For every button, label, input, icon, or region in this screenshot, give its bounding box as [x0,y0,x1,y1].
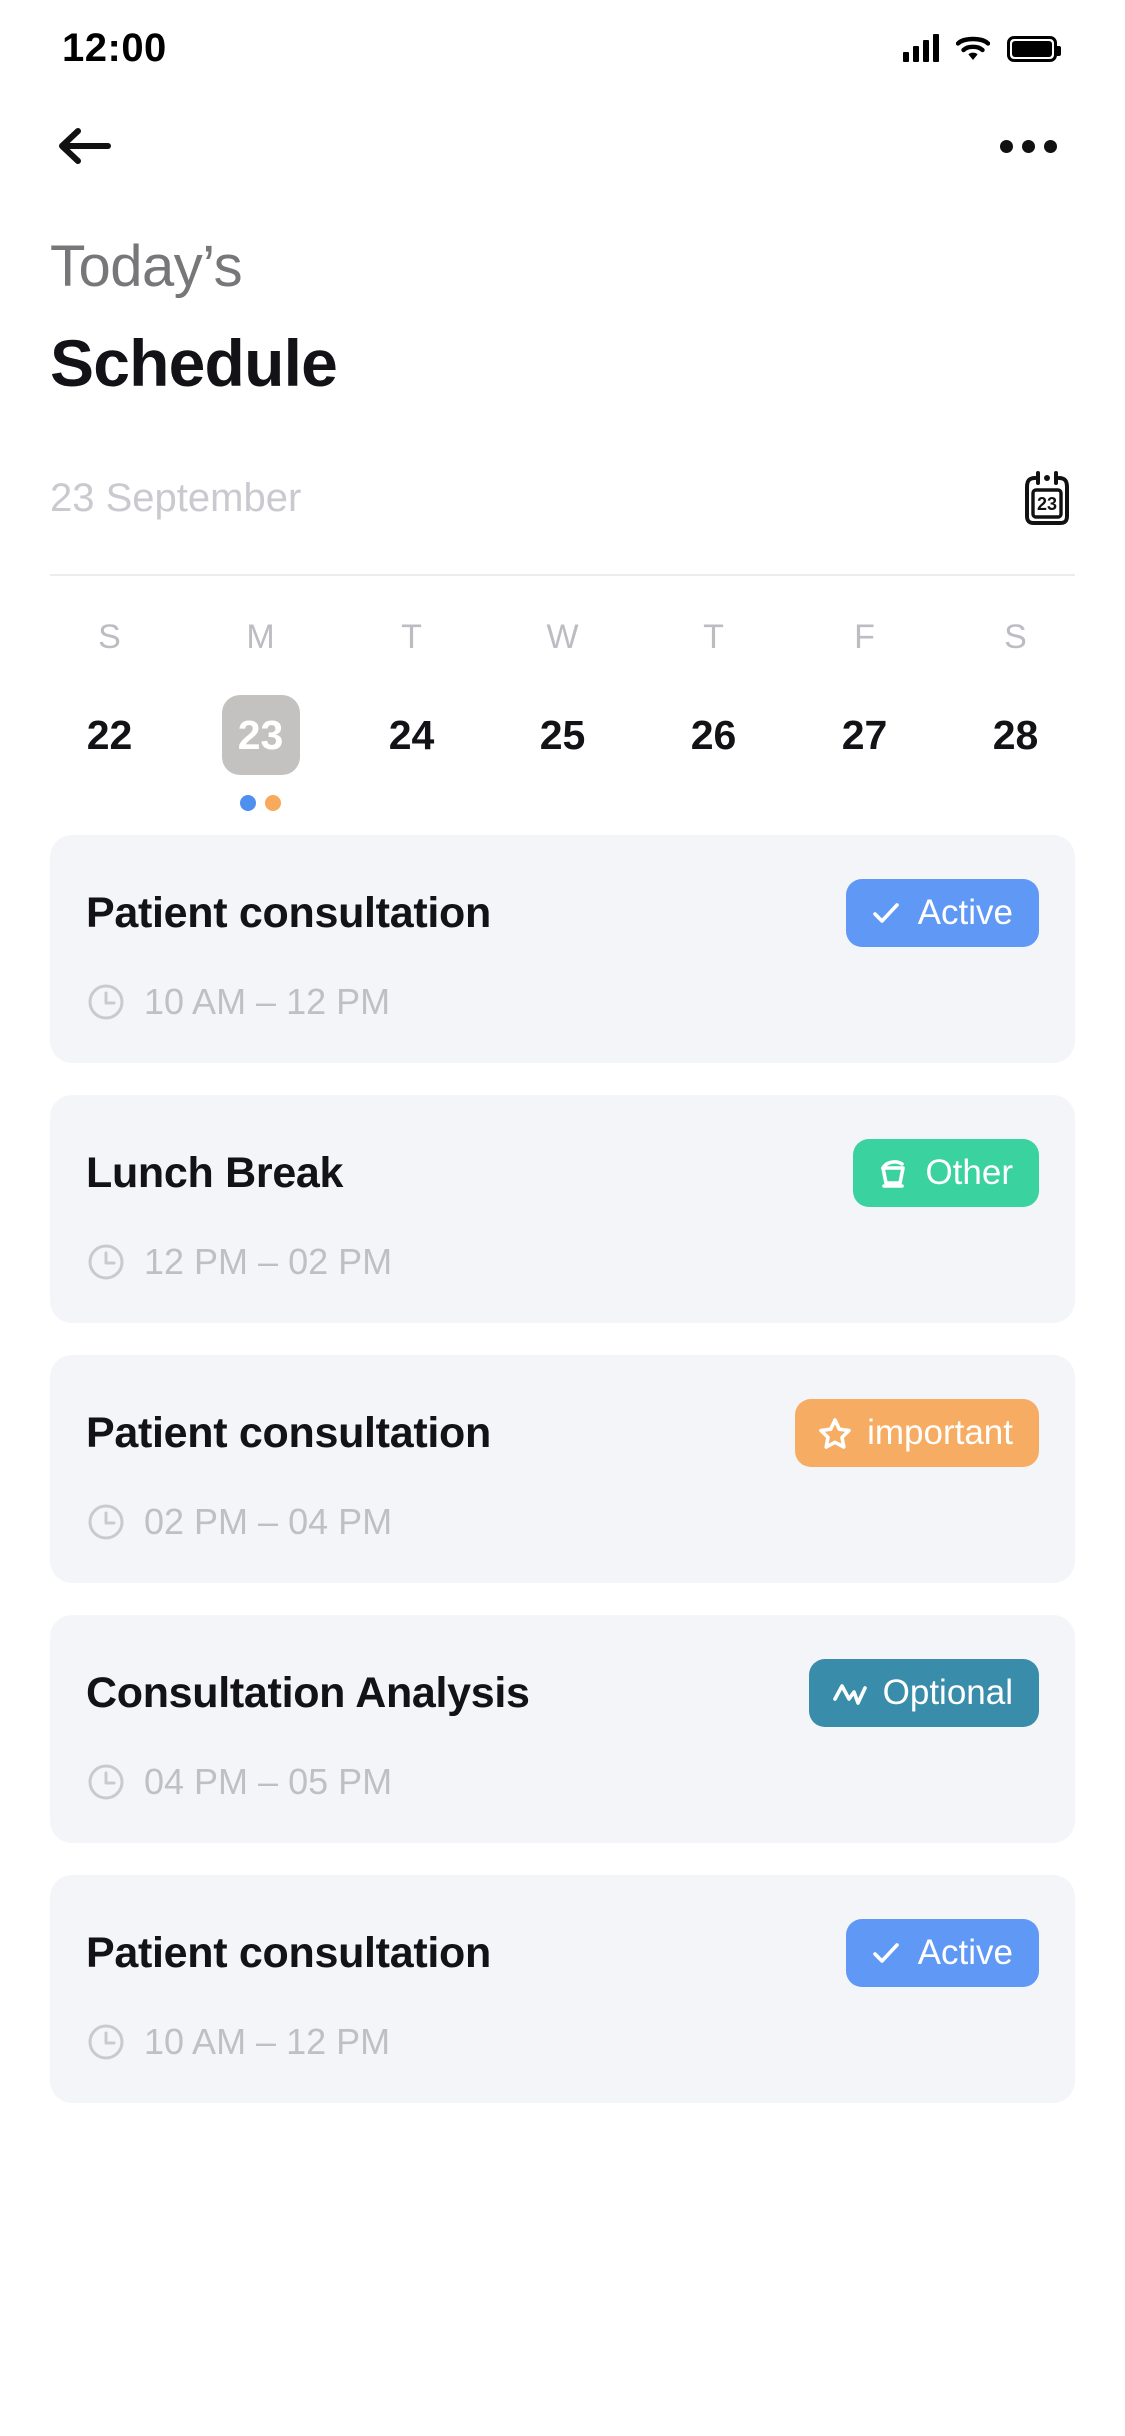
event-time-row: 10 AM – 12 PM [86,2021,1039,2063]
status-bar: 12:00 [0,0,1125,96]
date-row: 23 September 23 [0,470,1125,526]
status-badge-label: important [867,1413,1013,1452]
header-divider [50,574,1075,576]
event-dot [265,795,281,811]
calendar-icon-day: 23 [1037,494,1057,514]
more-options-button[interactable] [993,116,1063,176]
cellular-signal-icon [903,34,939,62]
event-card-header: Patient consultation Active [86,1919,1039,1987]
nav-bar [0,96,1125,196]
weekday-label: T [401,618,422,656]
event-time-row: 02 PM – 04 PM [86,1501,1039,1543]
event-card[interactable]: Consultation Analysis Optional 04 PM – 05 … [50,1615,1075,1843]
status-badge[interactable]: Active [845,1919,1039,1987]
clock-icon [88,1764,124,1800]
event-card-header: Consultation Analysis Optional [86,1659,1039,1727]
status-badge[interactable]: Optional [808,1659,1039,1727]
calendar-picker-button[interactable]: 23 [1021,470,1073,526]
status-badge[interactable]: Active [845,879,1039,947]
star-icon [819,1418,851,1449]
event-card-header: Patient consultation important [86,1399,1039,1467]
status-badge[interactable]: important [795,1399,1039,1467]
weekday-label: T [703,618,724,656]
coffee-cup-icon [881,1160,906,1188]
current-date-label: 23 September [50,475,302,520]
day-cell[interactable]: 26 [638,657,789,813]
status-badge-label: Other [925,1153,1013,1192]
event-time-label: 12 PM – 02 PM [144,1241,393,1282]
weekday-label: S [98,618,121,656]
status-badge-label: Optional [882,1673,1013,1712]
schedule-list: Patient consultation Active 10 AM – 12 PM L… [0,835,1125,2103]
event-time-row: 10 AM – 12 PM [86,981,1039,1023]
clock-icon [88,1504,124,1540]
weekday-label: F [854,618,875,656]
event-title: Patient consultation [86,1928,491,1977]
event-dot [240,795,256,811]
event-time-row: 04 PM – 05 PM [86,1761,1039,1803]
back-button[interactable] [50,111,120,181]
clock-icon [88,984,124,1020]
activity-pulse-icon [832,1684,867,1705]
event-card[interactable]: Patient consultation important 02 PM – 04 … [50,1355,1075,1583]
calendar-icon: 23 [1025,471,1069,525]
event-time-row: 12 PM – 02 PM [86,1241,1039,1283]
check-icon [872,1943,899,1963]
weekday-label: W [546,618,579,656]
day-event-dots [240,793,281,813]
day-cell[interactable]: 28 [940,657,1091,813]
event-title: Consultation Analysis [86,1668,530,1717]
status-badge-label: Active [917,893,1013,932]
day-number[interactable]: 26 [675,695,753,775]
day-cell[interactable]: 27 [789,657,940,813]
week-strip: S M T W T F S 22 23 24 25 26 27 28 [0,618,1125,813]
day-number[interactable]: 22 [71,695,149,775]
clock-icon [88,1244,124,1280]
day-cell[interactable]: 22 [34,657,185,813]
day-number-selected[interactable]: 23 [221,695,300,775]
event-time-label: 10 AM – 12 PM [144,2021,391,2062]
event-title: Lunch Break [86,1148,344,1197]
day-cell[interactable]: 23 [185,657,336,813]
check-icon [872,903,899,923]
wifi-icon [955,34,991,62]
page-title: Schedule [50,326,338,400]
day-number[interactable]: 27 [826,695,904,775]
day-number[interactable]: 24 [373,695,451,775]
day-cell[interactable]: 25 [487,657,638,813]
weekday-label: M [246,618,275,656]
event-title: Patient consultation [86,1408,491,1457]
day-numbers-row: 22 23 24 25 26 27 28 [34,657,1091,813]
event-card[interactable]: Patient consultation Active 10 AM – 12 PM [50,835,1075,1063]
page-header: Today’s Schedule [0,196,1125,400]
event-title: Patient consultation [86,888,491,937]
event-card-header: Lunch Break Other [86,1139,1039,1207]
status-badge-label: Active [917,1933,1013,1972]
event-card[interactable]: Patient consultation Active 10 AM – 12 PM [50,1875,1075,2103]
event-time-label: 02 PM – 04 PM [144,1501,393,1542]
weekday-labels-row: S M T W T F S [34,618,1091,657]
event-card-header: Patient consultation Active [86,879,1039,947]
more-options-icon [999,139,1013,153]
status-bar-time: 12:00 [62,25,167,70]
event-card[interactable]: Lunch Break Other 12 PM – 02 PM [50,1095,1075,1323]
status-bar-icons [903,34,1061,62]
event-time-label: 10 AM – 12 PM [144,981,391,1022]
status-badge[interactable]: Other [853,1139,1039,1207]
day-cell[interactable]: 24 [336,657,487,813]
clock-icon [88,2024,124,2060]
day-number[interactable]: 28 [977,695,1055,775]
day-number[interactable]: 25 [524,695,602,775]
page-subtitle: Today’s [50,234,243,299]
weekday-label: S [1004,618,1027,656]
event-time-label: 04 PM – 05 PM [144,1761,393,1802]
arrow-left-icon [59,128,111,164]
battery-full-icon [1007,36,1061,62]
